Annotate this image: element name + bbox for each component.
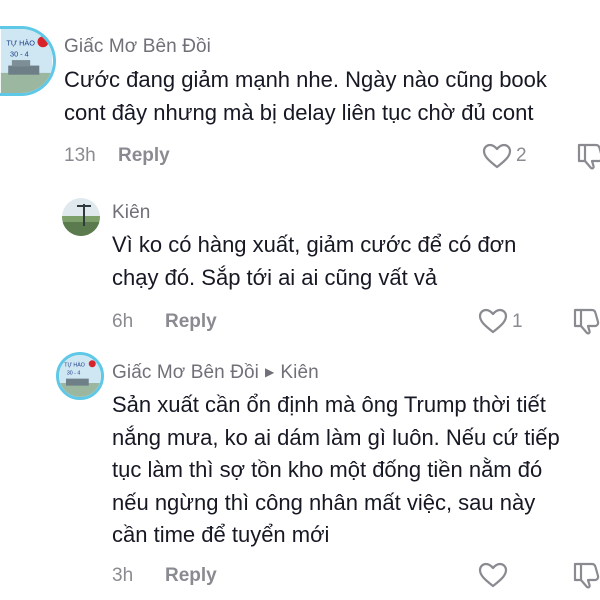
avatar-text-top: TỰ HÀO (6, 38, 35, 47)
triangle-right-icon: ▶ (265, 365, 275, 379)
like-button[interactable] (482, 143, 512, 169)
thumbs-down-icon (577, 143, 600, 170)
reply-button[interactable]: Reply (165, 311, 217, 333)
comment-author[interactable]: Kiên (112, 202, 150, 224)
landscape-avatar-icon (62, 198, 100, 236)
thumbs-down-icon (573, 308, 600, 335)
dislike-button[interactable] (572, 307, 600, 335)
comment-text: Vì ko có hàng xuất, giảm cước để có đơn … (112, 232, 517, 290)
comment-text: Sản xuất cần ổn định mà ông Trump thời t… (112, 392, 560, 547)
avatar[interactable] (62, 198, 100, 236)
comment: TỰ HÀO 30 - 4 Giấc Mơ Bên Đồi Cước đang … (0, 0, 600, 180)
comment-time: 6h (112, 311, 134, 332)
comment: Kiên Vì ko có hàng xuất, giảm cước để có… (0, 180, 600, 340)
comment-author[interactable]: Giấc Mơ Bên Đồi (64, 36, 211, 58)
comment-author-line: Giấc Mơ Bên Đồi ▶ Kiên (112, 362, 319, 384)
reply-button[interactable]: Reply (165, 565, 217, 587)
avatar[interactable]: TỰ HÀO 30 - 4 (56, 352, 104, 400)
comment: TỰ HÀO 30 - 4 Giấc Mơ Bên Đồi ▶ Kiên Sản x… (0, 340, 600, 600)
avatar-text-bottom: 30 - 4 (67, 370, 81, 376)
heart-outline-icon (482, 143, 512, 169)
thumbs-down-icon (573, 562, 600, 589)
avatar-text-top: TỰ HÀO (64, 361, 85, 368)
like-button[interactable] (478, 308, 508, 334)
dislike-button[interactable] (576, 142, 600, 170)
avatar-text-bottom: 30 - 4 (10, 49, 29, 58)
comment-time: 3h (112, 565, 134, 586)
heart-outline-icon (478, 562, 508, 588)
heart-outline-icon (478, 308, 508, 334)
like-button[interactable] (478, 562, 508, 588)
tu-hao-30-4-avatar-icon: TỰ HÀO 30 - 4 (0, 29, 53, 93)
dislike-button[interactable] (572, 561, 600, 589)
reply-button[interactable]: Reply (118, 145, 170, 167)
replying-to-author[interactable]: Kiên (280, 362, 318, 383)
comment-text: Cước đang giảm mạnh nhe. Ngày nào cũng b… (64, 67, 547, 125)
like-count: 1 (512, 311, 523, 332)
comment-time: 13h (64, 145, 96, 166)
comment-author[interactable]: Giấc Mơ Bên Đồi (112, 362, 259, 383)
like-count: 2 (516, 145, 527, 166)
avatar[interactable]: TỰ HÀO 30 - 4 (0, 26, 56, 96)
tu-hao-30-4-avatar-icon: TỰ HÀO 30 - 4 (59, 355, 101, 397)
